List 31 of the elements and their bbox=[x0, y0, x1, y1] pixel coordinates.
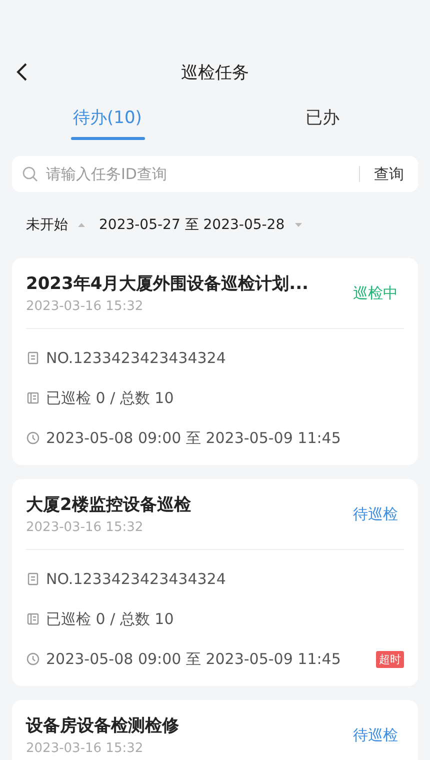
clock-icon bbox=[26, 652, 40, 666]
caret-icon bbox=[294, 223, 302, 227]
tab[interactable]: 已办 bbox=[215, 98, 430, 148]
list-icon bbox=[26, 391, 40, 405]
task-created-date: 2023-03-16 15:32 bbox=[26, 741, 144, 756]
task-number: NO.1233423423434324 bbox=[46, 349, 226, 367]
search-button[interactable]: 查询 bbox=[366, 164, 408, 184]
page-title: 巡检任务 bbox=[181, 62, 249, 84]
search-field[interactable]: 请输入任务ID查询 查询 bbox=[12, 156, 418, 192]
task-title: 大厦2楼监控设备巡检 bbox=[26, 494, 191, 516]
search-icon bbox=[22, 166, 38, 182]
task-title: 设备房设备检测检修 bbox=[26, 715, 179, 737]
task-status: 待巡检 bbox=[353, 726, 399, 744]
caret-icon bbox=[78, 223, 85, 227]
task-title: 2023年4月大厦外围设备巡检计划... bbox=[26, 273, 309, 295]
list-icon bbox=[26, 612, 40, 626]
status-filter[interactable]: 未开始 bbox=[26, 216, 85, 234]
overdue-badge: 超时 bbox=[376, 650, 404, 668]
back-icon[interactable] bbox=[16, 62, 28, 82]
task-period: 2023-05-08 09:00 至 2023-05-09 11:45 bbox=[46, 428, 341, 448]
task-card[interactable]: 设备房设备检测检修 2023-03-16 15:32 待巡检 bbox=[12, 700, 418, 760]
clock-icon bbox=[26, 431, 40, 445]
task-period: 2023-05-08 09:00 至 2023-05-09 11:45 bbox=[46, 650, 341, 668]
task-status: 巡检中 bbox=[353, 284, 399, 302]
document-icon bbox=[26, 351, 40, 365]
task-number: NO.1233423423434324 bbox=[46, 570, 226, 588]
document-icon bbox=[26, 572, 40, 586]
task-created-date: 2023-03-16 15:32 bbox=[26, 299, 144, 314]
date-range-filter[interactable]: 2023-05-27 至 2023-05-28 bbox=[99, 216, 302, 234]
task-created-date: 2023-03-16 15:32 bbox=[26, 520, 144, 535]
task-status: 待巡检 bbox=[353, 504, 399, 524]
